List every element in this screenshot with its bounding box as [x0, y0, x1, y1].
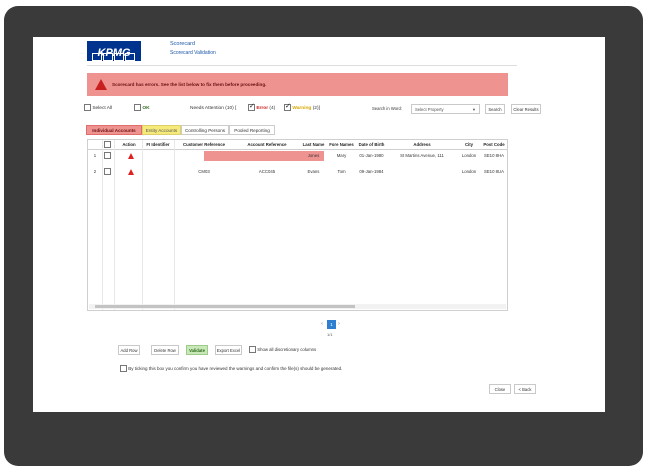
error-icon[interactable]: [128, 153, 134, 159]
ok-filter[interactable]: OK: [134, 104, 150, 114]
app-title[interactable]: Scorecard: [170, 41, 195, 47]
cell-post-code[interactable]: SE10 8HA: [481, 151, 507, 161]
app-subtitle[interactable]: Scorecard Validation: [170, 50, 216, 56]
header-divider: [87, 65, 517, 66]
needs-attention-label: Needs Attention: [190, 106, 224, 111]
error-filter[interactable]: Error (4): [248, 102, 276, 114]
cell-city[interactable]: London: [457, 167, 481, 177]
table-header: Action FI Identifier Customer Reference …: [88, 140, 507, 150]
col-date-of-birth[interactable]: Date of Birth: [356, 140, 387, 150]
cell-date-of-birth[interactable]: 01-Jan-1980: [356, 151, 387, 161]
ok-label: OK: [142, 106, 150, 111]
horizontal-scrollbar[interactable]: [89, 304, 506, 309]
warning-icon: [95, 79, 107, 90]
scrollbar-thumb[interactable]: [95, 305, 355, 308]
tab-pooled-reporting[interactable]: Pooled Reporting: [229, 125, 275, 135]
row-number: 1: [93, 153, 97, 158]
col-customer-reference[interactable]: Customer Reference: [174, 140, 234, 150]
property-select[interactable]: Select Property ▼: [411, 104, 480, 114]
page-current[interactable]: 1: [327, 320, 336, 329]
table-row[interactable]: 2 CM03 ACC045 Evans Tom 09-Jan-1984 Lond…: [88, 167, 507, 177]
row-checkbox[interactable]: [103, 151, 111, 161]
col-fi-identifier[interactable]: FI Identifier: [142, 140, 174, 150]
tab-controlling-persons[interactable]: Controlling Persons: [181, 125, 229, 135]
filter-bar: Select All OK Needs Attention (10) [ Err…: [84, 102, 541, 116]
confirm-text: By ticking this box you confirm you have…: [128, 366, 343, 371]
warning-count: (2)]: [312, 106, 320, 111]
page-info: 1/1: [327, 332, 333, 337]
search-button[interactable]: Search: [485, 104, 505, 114]
error-label: Error: [256, 106, 269, 111]
confirm-checkbox[interactable]: [120, 365, 127, 373]
logo-text: KPMG: [97, 47, 131, 59]
chevron-down-icon: ▼: [472, 107, 476, 112]
table-row[interactable]: 1 Jones Mary 01-Jan-1980 St Martins Aven…: [88, 151, 507, 161]
next-page-icon[interactable]: ›: [338, 320, 340, 329]
col-divider: [114, 140, 115, 310]
validate-button[interactable]: Validate: [186, 345, 208, 355]
add-row-button[interactable]: Add Row: [118, 345, 140, 355]
show-discretionary-toggle[interactable]: Show all discretionary columns: [249, 345, 316, 355]
accounts-table: Action FI Identifier Customer Reference …: [87, 139, 508, 311]
prev-page-icon[interactable]: ‹: [321, 320, 323, 329]
select-all-control[interactable]: Select All: [84, 104, 112, 114]
select-all-checkbox[interactable]: [84, 104, 91, 112]
cell-last-name[interactable]: Evans: [300, 167, 327, 177]
col-divider: [102, 140, 103, 310]
warning-filter[interactable]: Warning (2)]: [284, 102, 320, 114]
export-excel-button[interactable]: Export Excel: [215, 345, 242, 355]
col-divider: [174, 140, 175, 310]
row-checkbox[interactable]: [103, 167, 111, 177]
ok-checkbox[interactable]: [134, 104, 141, 112]
cell-fore-names[interactable]: Tom: [327, 167, 356, 177]
cell-fore-names[interactable]: Mary: [327, 151, 356, 161]
search-label: Search in Word:: [372, 106, 402, 111]
cell-customer-reference[interactable]: CM03: [174, 167, 234, 177]
tab-individual-accounts[interactable]: Individual Accounts: [86, 125, 142, 135]
show-discretionary-label: Show all discretionary columns: [257, 347, 317, 352]
error-icon[interactable]: [128, 169, 134, 175]
col-action[interactable]: Action: [116, 140, 142, 150]
confirm-control[interactable]: By ticking this box you confirm you have…: [120, 365, 342, 373]
cell-post-code[interactable]: SE10 8UA: [481, 167, 507, 177]
col-post-code[interactable]: Post Code: [481, 140, 507, 150]
needs-attention-count: (10) [: [225, 106, 237, 111]
cell-city[interactable]: London: [457, 151, 481, 161]
cell-address[interactable]: St Martins Avenue, 111: [387, 151, 457, 161]
property-select-value: Select Property: [415, 107, 444, 112]
error-message: Scorecard has errors. See the list below…: [112, 82, 267, 87]
error-checkbox[interactable]: [248, 102, 255, 112]
needs-attention-filter: Needs Attention (10) [: [190, 104, 236, 114]
col-address[interactable]: Address: [387, 140, 457, 150]
col-account-reference[interactable]: Account Reference: [234, 140, 300, 150]
warning-checkbox[interactable]: [284, 102, 291, 112]
error-banner: Scorecard has errors. See the list below…: [87, 73, 508, 96]
col-fore-names[interactable]: Fore Names: [327, 140, 356, 150]
header-select-checkbox[interactable]: [103, 140, 111, 150]
col-city[interactable]: City: [457, 140, 481, 150]
tab-entity-accounts[interactable]: Entity Accounts: [142, 125, 181, 135]
cell-date-of-birth[interactable]: 09-Jan-1984: [356, 167, 387, 177]
kpmg-logo: KPMG: [87, 41, 141, 61]
show-discretionary-checkbox[interactable]: [249, 346, 256, 354]
row-number: 2: [93, 169, 97, 174]
select-all-label: Select All: [92, 106, 113, 111]
error-count: (4): [269, 106, 276, 111]
delete-row-button[interactable]: Delete Row: [151, 345, 179, 355]
warning-label: Warning: [292, 106, 312, 111]
close-button[interactable]: Close: [489, 384, 511, 394]
col-divider: [142, 140, 143, 310]
cell-account-reference[interactable]: ACC045: [234, 167, 300, 177]
col-last-name[interactable]: Last Name: [300, 140, 327, 150]
cell-last-name[interactable]: Jones: [300, 151, 327, 161]
back-button[interactable]: < Back: [514, 384, 536, 394]
clear-results-button[interactable]: Clear Results: [511, 104, 541, 114]
